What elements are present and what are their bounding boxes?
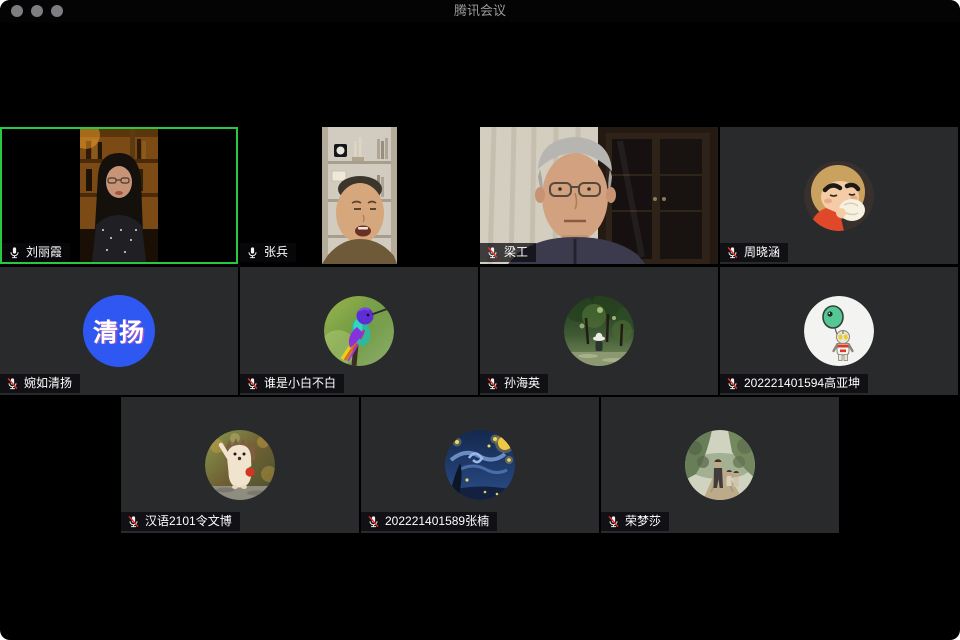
mic-muted-icon <box>367 515 380 528</box>
participant-tile[interactable]: 荣梦莎 <box>601 397 839 533</box>
meeting-window: 腾讯会议 刘丽霞张兵梁工周晓涵 清扬婉如清扬谁是小白不白孙海英202221401… <box>0 0 960 640</box>
participant-name-label: 周晓涵 <box>720 243 788 262</box>
participant-name-label: 梁工 <box>480 243 536 262</box>
participant-name-label: 张兵 <box>240 243 296 262</box>
participant-tile[interactable]: 刘丽霞 <box>0 127 238 264</box>
forest-scene-avatar <box>564 296 634 366</box>
starry-night-avatar <box>445 430 515 500</box>
mic-muted-icon <box>246 377 259 390</box>
participant-name: 刘丽霞 <box>26 246 62 259</box>
grid-row-3: 汉语2101令文博 202221401589张楠 荣梦莎 <box>0 397 960 533</box>
participant-name: 张兵 <box>264 246 288 259</box>
man-light-shelf-video <box>322 127 397 264</box>
mic-muted-icon <box>486 377 499 390</box>
participant-name: 周晓涵 <box>744 246 780 259</box>
vintage-family-photo-avatar <box>685 430 755 500</box>
participant-name: 婉如清扬 <box>24 377 72 390</box>
grid-row-2: 清扬婉如清扬谁是小白不白孙海英202221401594高亚坤 <box>0 267 960 395</box>
participant-name: 谁是小白不白 <box>264 377 336 390</box>
participant-name-label: 202221401594高亚坤 <box>720 374 868 393</box>
participant-name-label: 202221401589张楠 <box>361 512 497 531</box>
mic-muted-icon <box>607 515 620 528</box>
grid-row-1: 刘丽霞 张兵 梁工 周晓涵 <box>0 127 960 264</box>
participant-name-label: 刘丽霞 <box>2 243 70 262</box>
participant-name-label: 荣梦莎 <box>601 512 669 531</box>
participant-tile[interactable]: 孙海英 <box>480 267 718 395</box>
mic-muted-icon <box>6 377 19 390</box>
mic-on-icon <box>246 246 259 259</box>
participant-tile[interactable]: 汉语2101令文博 <box>121 397 359 533</box>
ultraman-balloon-avatar <box>804 296 874 366</box>
woman-bookshelf-video <box>80 129 158 262</box>
window-title: 腾讯会议 <box>0 0 960 22</box>
participant-tile[interactable]: 梁工 <box>480 127 718 264</box>
participant-name-label: 汉语2101令文博 <box>121 512 240 531</box>
title-bar: 腾讯会议 <box>0 0 960 22</box>
hedgehog-avatar <box>205 430 275 500</box>
participant-name: 汉语2101令文博 <box>145 515 232 528</box>
participant-tile[interactable]: 202221401589张楠 <box>361 397 599 533</box>
mic-muted-icon <box>726 246 739 259</box>
participant-name: 202221401594高亚坤 <box>744 377 860 390</box>
participant-tile[interactable]: 谁是小白不白 <box>240 267 478 395</box>
participant-name-label: 孙海英 <box>480 374 548 393</box>
avatar-text: 清扬 <box>93 313 145 349</box>
blue-text-avatar: 清扬 <box>83 295 155 367</box>
hummingbird-avatar <box>324 296 394 366</box>
participant-tile[interactable]: 清扬婉如清扬 <box>0 267 238 395</box>
participant-name: 202221401589张楠 <box>385 515 489 528</box>
mic-muted-icon <box>726 377 739 390</box>
participant-name: 梁工 <box>504 246 528 259</box>
participant-name: 荣梦莎 <box>625 515 661 528</box>
mic-muted-icon <box>127 515 140 528</box>
participant-name-label: 谁是小白不白 <box>240 374 344 393</box>
mic-on-icon <box>8 246 21 259</box>
shinchan-cartoon-avatar <box>804 161 874 231</box>
participant-name: 孙海英 <box>504 377 540 390</box>
participant-tile[interactable]: 202221401594高亚坤 <box>720 267 958 395</box>
participant-name-label: 婉如清扬 <box>0 374 80 393</box>
participant-tile[interactable]: 周晓涵 <box>720 127 958 264</box>
mic-muted-icon <box>486 246 499 259</box>
participant-tile[interactable]: 张兵 <box>240 127 478 264</box>
